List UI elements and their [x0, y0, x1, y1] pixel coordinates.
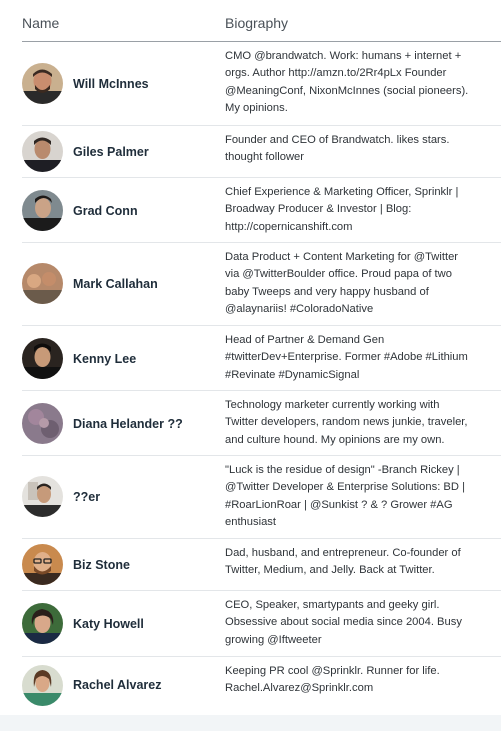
- person-name[interactable]: Mark Callahan: [73, 277, 158, 291]
- table-row: Biz Stone Dad, husband, and entrepreneur…: [22, 539, 501, 591]
- avatar[interactable]: [22, 603, 63, 644]
- bio-line: Technology marketer currently working wi…: [225, 399, 440, 411]
- person-bio: Head of Partner & Demand Gen #twitterDev…: [225, 332, 495, 384]
- avatar[interactable]: [22, 476, 63, 517]
- bio-line: Twitter, Medium, and Jelly. Back at Twit…: [225, 564, 435, 577]
- bio-line: Obsessive about social media since 2004.…: [225, 616, 462, 629]
- person-bio: Dad, husband, and entrepreneur. Co-found…: [225, 545, 495, 580]
- person-name[interactable]: Rachel Alvarez: [73, 678, 161, 692]
- bio-line: Keeping PR cool @Sprinklr. Runner for li…: [225, 665, 440, 677]
- bio-line: CMO @brandwatch. Work: humans + internet…: [225, 50, 462, 62]
- bio-line: #twitterDev+Enterprise. Former #Adobe #L…: [225, 351, 468, 364]
- table-row: Grad Conn Chief Experience & Marketing O…: [22, 178, 501, 243]
- person-bio: Technology marketer currently working wi…: [225, 397, 495, 449]
- avatar[interactable]: [22, 403, 63, 444]
- biography-column-header: Biography: [225, 15, 289, 31]
- avatar[interactable]: [22, 63, 63, 104]
- person-name[interactable]: Diana Helander ??: [73, 417, 183, 431]
- avatar[interactable]: [22, 544, 63, 585]
- bio-line: "Luck is the residue of design" -Branch …: [225, 464, 460, 476]
- bio-line: @MeaningConf, NixonMcInnes (social pione…: [225, 84, 469, 97]
- table-row: Diana Helander ?? Technology marketer cu…: [22, 391, 501, 456]
- person-name[interactable]: Giles Palmer: [73, 145, 149, 159]
- bio-line: baby Tweeps and very happy husband of: [225, 285, 429, 298]
- bio-line: #Revinate #DynamicSignal: [225, 368, 360, 381]
- footer-band: [0, 715, 501, 731]
- person-bio: Founder and CEO of Brandwatch. likes sta…: [225, 132, 495, 167]
- person-name[interactable]: Grad Conn: [73, 204, 138, 218]
- person-bio: "Luck is the residue of design" -Branch …: [225, 462, 495, 532]
- bio-line: Rachel.Alvarez@Sprinklr.com: [225, 682, 374, 695]
- person-name[interactable]: Katy Howell: [73, 617, 144, 631]
- avatar[interactable]: [22, 338, 63, 379]
- person-name[interactable]: ??er: [73, 490, 100, 504]
- bio-line: via @TwitterBoulder office. Proud papa o…: [225, 268, 452, 281]
- avatar[interactable]: [22, 665, 63, 706]
- person-bio: CMO @brandwatch. Work: humans + internet…: [225, 48, 495, 118]
- bio-line: Founder and CEO of Brandwatch. likes sta…: [225, 134, 450, 146]
- bio-line: growing @Iftweeter: [225, 633, 322, 646]
- bio-line: Chief Experience & Marketing Officer, Sp…: [225, 186, 459, 198]
- people-table: Name Biography Will McInnes CMO @brandwa…: [22, 0, 501, 714]
- table-header: Name Biography: [22, 0, 501, 42]
- bio-line: and culture hound. My opinions are my ow…: [225, 433, 445, 446]
- table-row: Katy Howell CEO, Speaker, smartypants an…: [22, 591, 501, 657]
- avatar[interactable]: [22, 190, 63, 231]
- bio-line: enthusiast: [225, 516, 276, 529]
- bio-line: thought follower: [225, 151, 304, 164]
- bio-line: orgs. Author http://amzn.to/2Rr4pLx Foun…: [225, 67, 447, 80]
- table-row: Will McInnes CMO @brandwatch. Work: huma…: [22, 42, 501, 126]
- person-name[interactable]: Will McInnes: [73, 77, 149, 91]
- name-column-header: Name: [22, 15, 60, 31]
- avatar[interactable]: [22, 263, 63, 304]
- bio-line: My opinions.: [225, 102, 288, 115]
- table-row: Mark Callahan Data Product + Content Mar…: [22, 243, 501, 326]
- bio-line: #RoarLionRoar | @Sunkist ? & ? Grower #A…: [225, 498, 453, 511]
- person-name[interactable]: Biz Stone: [73, 558, 130, 572]
- table-row: Giles Palmer Founder and CEO of Brandwat…: [22, 126, 501, 178]
- bio-line: Twitter developers, random news junkie, …: [225, 416, 468, 429]
- table-row: ??er "Luck is the residue of design" -Br…: [22, 456, 501, 539]
- bio-line: http://copernicanshift.com: [225, 220, 353, 233]
- bio-line: Dad, husband, and entrepreneur. Co-found…: [225, 547, 461, 559]
- bio-line: Head of Partner & Demand Gen: [225, 334, 385, 346]
- person-bio: Chief Experience & Marketing Officer, Sp…: [225, 184, 495, 236]
- bio-line: Broadway Producer & Investor | Blog:: [225, 203, 412, 216]
- person-bio: Data Product + Content Marketing for @Tw…: [225, 249, 495, 319]
- table-row: Kenny Lee Head of Partner & Demand Gen #…: [22, 326, 501, 391]
- bio-line: @alaynariis! #ColoradoNative: [225, 303, 374, 316]
- bio-line: @Twitter Developer & Enterprise Solution…: [225, 481, 465, 494]
- table-row: Rachel Alvarez Keeping PR cool @Sprinklr…: [22, 657, 501, 714]
- person-name[interactable]: Kenny Lee: [73, 352, 136, 366]
- person-bio: CEO, Speaker, smartypants and geeky girl…: [225, 597, 495, 649]
- person-bio: Keeping PR cool @Sprinklr. Runner for li…: [225, 663, 495, 698]
- avatar[interactable]: [22, 131, 63, 172]
- bio-line: CEO, Speaker, smartypants and geeky girl…: [225, 599, 440, 611]
- bio-line: Data Product + Content Marketing for @Tw…: [225, 251, 459, 263]
